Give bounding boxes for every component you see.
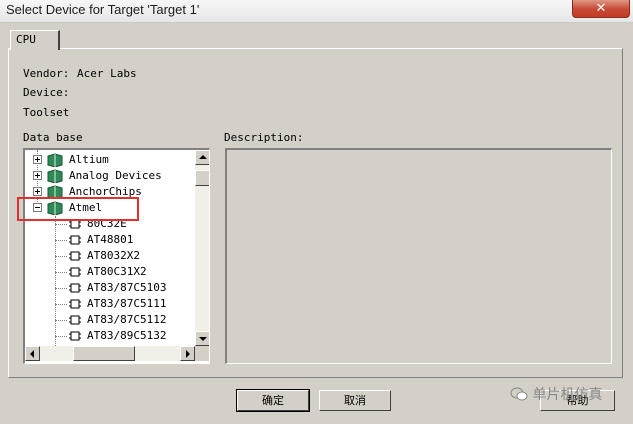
device-item[interactable]: AT83/87C5103 <box>25 280 195 296</box>
device-item[interactable]: AT83/87C5112 <box>25 312 195 328</box>
cancel-button[interactable]: 取消 <box>319 390 391 411</box>
device-item[interactable]: AT8032X2 <box>25 248 195 264</box>
book-icon <box>47 153 63 167</box>
arrow-left-icon <box>30 350 34 358</box>
chip-icon <box>69 235 81 245</box>
device-item[interactable]: AT80C31X2 <box>25 264 195 280</box>
watermark-text: 单片机仿真 <box>532 387 603 403</box>
device-label: AT8032X2 <box>87 249 140 262</box>
tree-line <box>55 272 67 273</box>
expand-icon[interactable] <box>33 155 42 164</box>
device-label: AT48801 <box>87 233 134 246</box>
close-icon: ✕ <box>595 1 607 16</box>
database-label: Data base <box>23 131 83 144</box>
tree-line <box>55 304 67 305</box>
chip-icon <box>69 315 81 325</box>
scroll-right-button[interactable] <box>180 346 195 361</box>
device-label: AT80C31X2 <box>87 265 147 278</box>
arrow-up-icon <box>199 155 207 159</box>
tab-cpu-label: CPU <box>16 33 36 46</box>
tree-line <box>55 240 67 241</box>
device-label: Device: <box>23 86 70 99</box>
tree-line <box>55 336 67 337</box>
tree-item-label: Analog Devices <box>69 169 162 182</box>
tree-horizontal-scrollbar[interactable] <box>25 346 195 361</box>
chip-icon <box>69 267 81 277</box>
database-tree[interactable]: Altium Analog Devices AnchorChips Atmel <box>23 148 210 364</box>
arrow-right-icon <box>186 350 190 358</box>
tree-item-label: Altium <box>69 153 109 166</box>
dialog-window: Select Device for Target 'Target 1' ✕ CP… <box>0 0 633 424</box>
ok-button[interactable]: 确定 <box>236 389 310 412</box>
scroll-corner <box>195 346 209 361</box>
tree-line <box>55 288 67 289</box>
tree-view: Altium Analog Devices AnchorChips Atmel <box>25 150 195 346</box>
chip-icon <box>69 299 81 309</box>
device-item[interactable]: AT83/89C5132 <box>25 328 195 344</box>
device-label: AT83/89C5132 <box>87 329 167 342</box>
chip-icon <box>69 251 81 261</box>
toolset-label: Toolset <box>23 106 70 119</box>
vendor-label: Vendor: <box>23 67 70 80</box>
close-button[interactable]: ✕ <box>572 0 630 18</box>
chip-icon <box>69 283 81 293</box>
watermark: 单片机仿真 <box>510 384 602 404</box>
tree-line <box>55 224 67 225</box>
tab-cpu[interactable]: CPU <box>10 30 60 50</box>
description-text <box>229 152 595 361</box>
device-label: AT83/87C5103 <box>87 281 167 294</box>
scroll-up-button[interactable] <box>195 150 209 165</box>
scroll-down-button[interactable] <box>195 331 209 346</box>
scroll-left-button[interactable] <box>25 346 40 361</box>
tree-item-analog-devices[interactable]: Analog Devices <box>25 168 195 184</box>
device-item[interactable]: AT48801 <box>25 232 195 248</box>
device-item[interactable]: AT83/87C5111 <box>25 296 195 312</box>
description-scrollbar[interactable] <box>596 150 611 363</box>
tree-line <box>55 256 67 257</box>
expand-icon[interactable] <box>33 187 42 196</box>
highlight-box <box>17 197 139 221</box>
expand-icon[interactable] <box>33 171 42 180</box>
hscroll-thumb[interactable] <box>73 346 135 361</box>
chip-icon <box>69 331 81 341</box>
description-label: Description: <box>224 131 304 144</box>
wechat-icon <box>510 387 528 401</box>
device-label: AT83/87C5111 <box>87 297 167 310</box>
vendor-value: Acer Labs <box>77 67 137 80</box>
tree-line <box>55 320 67 321</box>
title-bar: Select Device for Target 'Target 1' ✕ <box>0 0 633 23</box>
description-box[interactable] <box>225 148 612 364</box>
arrow-down-icon <box>199 337 207 341</box>
tree-vertical-scrollbar[interactable] <box>195 150 209 346</box>
device-label: AT83/87C5112 <box>87 313 167 326</box>
window-title: Select Device for Target 'Target 1' <box>6 2 200 17</box>
book-icon <box>47 169 63 183</box>
tree-item-altium[interactable]: Altium <box>25 152 195 168</box>
scroll-thumb[interactable] <box>195 170 209 186</box>
